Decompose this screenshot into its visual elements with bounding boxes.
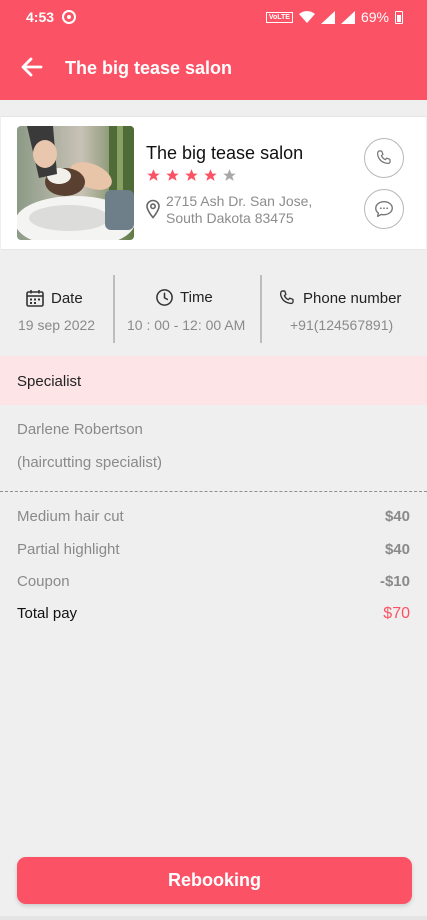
- price-row: Coupon -$10: [17, 573, 410, 593]
- salon-photo: [17, 126, 134, 240]
- call-salon-button[interactable]: [364, 138, 404, 178]
- price-label: Medium hair cut: [17, 508, 124, 525]
- divider: [113, 275, 115, 343]
- date-value: 19 sep 2022: [18, 317, 96, 333]
- date-label: Date: [51, 289, 83, 307]
- recording-icon: [62, 10, 76, 24]
- time-value: 10 : 00 - 12: 00 AM: [127, 317, 246, 333]
- price-label: Coupon: [17, 573, 70, 590]
- total-row: Total pay $70: [17, 605, 410, 625]
- status-bar: 4:53 VoLTE 69%: [0, 0, 427, 34]
- total-label: Total pay: [17, 605, 78, 622]
- phone-icon: [377, 150, 391, 165]
- page-title: The big tease salon: [65, 58, 233, 78]
- phone-value: +91(124567891): [290, 317, 394, 333]
- status-time: 4:53: [26, 9, 55, 25]
- specialist-section-header: Specialist: [0, 356, 427, 405]
- wifi-icon: [298, 10, 315, 23]
- specialist-title: Specialist: [17, 373, 82, 390]
- back-button[interactable]: [18, 53, 46, 81]
- price-row: Partial highlight $40: [17, 541, 410, 561]
- volte-icon: VoLTE: [265, 11, 293, 23]
- price-label: Partial highlight: [17, 541, 120, 558]
- dashed-divider: [0, 491, 427, 492]
- arrow-left-icon: [21, 57, 43, 77]
- star-filled-icon: [147, 169, 160, 181]
- signal-icon-2: [340, 10, 355, 24]
- location-pin-icon: [146, 199, 160, 219]
- specialist-name: Darlene Robertson: [17, 421, 143, 438]
- status-indicators: VoLTE 69%: [265, 9, 403, 25]
- booking-details-screen: 4:53 VoLTE 69% The big tease salon The b…: [0, 0, 427, 920]
- address-line-2: South Dakota 83475: [166, 210, 294, 226]
- phone-label: Phone number: [303, 289, 402, 307]
- price-value: -$10: [379, 573, 410, 590]
- salon-card: The big tease salon 2715 Ash Dr. San Jos…: [1, 116, 426, 250]
- star-empty-icon: [223, 169, 236, 181]
- salon-address: 2715 Ash Dr. San Jose, South Dakota 8347…: [166, 193, 326, 227]
- booking-info-row: Date 19 sep 2022 Time 10 : 00 - 12: 00 A…: [0, 271, 427, 347]
- time-label: Time: [180, 289, 213, 306]
- rebooking-button[interactable]: Rebooking: [17, 857, 412, 904]
- chat-salon-button[interactable]: [364, 189, 404, 229]
- phone-icon: [279, 290, 294, 305]
- total-value: $70: [383, 605, 410, 622]
- chat-bubble-icon: [375, 200, 393, 218]
- clock-icon: [156, 289, 173, 306]
- price-row: Medium hair cut $40: [17, 508, 410, 528]
- battery-icon: [395, 10, 403, 24]
- address-line-1: 2715 Ash Dr. San Jose,: [166, 193, 313, 209]
- specialist-role: (haircutting specialist): [17, 454, 163, 471]
- bottom-edge: [0, 916, 427, 920]
- rating-stars: [146, 168, 237, 183]
- price-value: $40: [384, 541, 410, 558]
- signal-icon: [320, 10, 335, 24]
- salon-name: The big tease salon: [146, 143, 304, 163]
- divider: [260, 275, 262, 343]
- star-filled-icon: [166, 169, 179, 181]
- star-filled-icon: [204, 169, 217, 181]
- star-filled-icon: [185, 169, 198, 181]
- app-header: The big tease salon: [0, 34, 427, 100]
- battery-percent: 69%: [360, 9, 389, 25]
- price-value: $40: [384, 508, 410, 525]
- calendar-icon: [26, 290, 44, 307]
